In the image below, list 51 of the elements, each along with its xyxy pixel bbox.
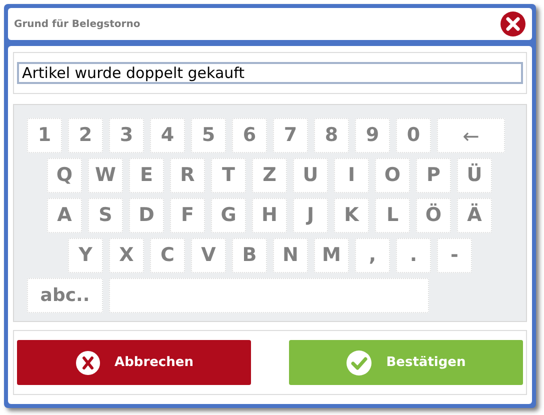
window-title: Grund für Belegstorno [14, 18, 140, 32]
key[interactable]: Ö [416, 198, 451, 233]
key[interactable]: K [334, 198, 369, 233]
key[interactable]: 8 [314, 118, 349, 153]
key[interactable]: , [355, 238, 390, 273]
key[interactable]: H [252, 198, 287, 233]
key[interactable]: - [437, 238, 472, 273]
key[interactable]: 4 [150, 118, 185, 153]
key[interactable]: F [170, 198, 205, 233]
key[interactable]: L [375, 198, 410, 233]
key[interactable]: T [211, 158, 246, 193]
key[interactable]: R [170, 158, 205, 193]
key[interactable]: E [129, 158, 164, 193]
key[interactable]: O [375, 158, 410, 193]
key[interactable]: X [109, 238, 144, 273]
key[interactable]: B [232, 238, 267, 273]
input-field[interactable]: Artikel wurde doppelt gekauft [17, 62, 523, 84]
backspace-key[interactable]: ← [437, 118, 505, 153]
key[interactable]: Q [47, 158, 82, 193]
key[interactable]: 6 [232, 118, 267, 153]
key[interactable]: 5 [191, 118, 226, 153]
close-icon[interactable] [500, 11, 526, 37]
key[interactable]: 3 [109, 118, 144, 153]
key[interactable]: J [293, 198, 328, 233]
key[interactable]: P [416, 158, 451, 193]
key[interactable]: Y [68, 238, 103, 273]
confirm-button[interactable]: Bestätigen [289, 340, 523, 385]
key[interactable]: C [150, 238, 185, 273]
cancel-button[interactable]: Abbrechen [17, 340, 251, 385]
key[interactable]: S [88, 198, 123, 233]
key[interactable]: 9 [355, 118, 390, 153]
key[interactable]: U [293, 158, 328, 193]
key[interactable]: G [211, 198, 246, 233]
key[interactable]: 2 [68, 118, 103, 153]
key[interactable]: 0 [396, 118, 431, 153]
checkmark-icon [346, 350, 372, 376]
key[interactable]: D [129, 198, 164, 233]
key[interactable]: Ü [457, 158, 492, 193]
key[interactable]: Z [252, 158, 287, 193]
key[interactable]: A [47, 198, 82, 233]
key[interactable]: 7 [273, 118, 308, 153]
key[interactable]: M [314, 238, 349, 273]
key[interactable]: W [88, 158, 123, 193]
key[interactable]: . [396, 238, 431, 273]
key[interactable]: I [334, 158, 369, 193]
mode-key[interactable]: abc.. [27, 278, 103, 313]
close-icon [74, 350, 101, 376]
key[interactable]: 1 [27, 118, 62, 153]
key[interactable]: Ä [457, 198, 492, 233]
key[interactable]: N [273, 238, 308, 273]
key[interactable]: V [191, 238, 226, 273]
